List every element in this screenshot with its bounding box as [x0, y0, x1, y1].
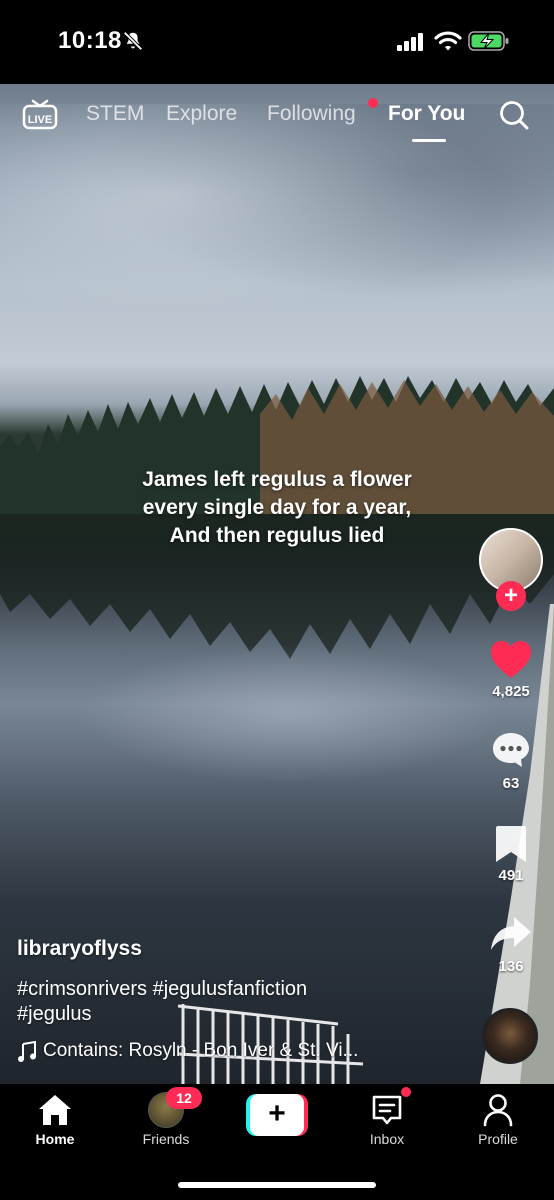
- live-icon[interactable]: LIVE: [22, 96, 58, 132]
- post-hashtags[interactable]: #crimsonrivers #jegulusfanfiction #jegul…: [17, 977, 307, 1027]
- share-icon[interactable]: [490, 915, 532, 953]
- nav-inbox[interactable]: Inbox: [347, 1092, 427, 1147]
- share-count: 136: [498, 958, 524, 975]
- hashtag-line[interactable]: #crimsonrivers #jegulusfanfiction: [17, 977, 307, 1002]
- like-count: 4,825: [492, 683, 530, 700]
- caption-line: And then regulus lied: [169, 524, 385, 547]
- nav-home-label: Home: [35, 1131, 75, 1147]
- status-bar: 10:18: [0, 0, 554, 84]
- svg-text:LIVE: LIVE: [28, 114, 52, 126]
- inbox-icon: [372, 1095, 402, 1125]
- following-notification-dot: [368, 98, 378, 108]
- comment-count: 63: [502, 775, 520, 792]
- nav-inbox-label: Inbox: [369, 1131, 405, 1147]
- home-indicator[interactable]: [178, 1182, 376, 1188]
- tab-for-you[interactable]: For You: [388, 102, 465, 126]
- active-tab-indicator: [412, 139, 446, 142]
- heart-icon[interactable]: [490, 640, 532, 680]
- nav-profile[interactable]: Profile: [458, 1092, 538, 1147]
- save-count: 491: [498, 867, 524, 884]
- tab-explore[interactable]: Explore: [166, 102, 237, 126]
- video-caption: James left regulus a flower every single…: [77, 466, 477, 550]
- follow-button[interactable]: +: [496, 581, 526, 611]
- tab-stem[interactable]: STEM: [86, 102, 144, 126]
- water-sheen: [80, 644, 500, 784]
- nav-profile-label: Profile: [478, 1131, 518, 1147]
- bookmark-icon[interactable]: [494, 824, 528, 864]
- sound-disc[interactable]: [482, 1008, 538, 1064]
- inbox-notification-dot: [401, 1087, 411, 1097]
- nav-friends-label: Friends: [142, 1131, 190, 1147]
- status-time: 10:18: [58, 27, 122, 54]
- video-player[interactable]: [0, 84, 554, 1084]
- caption-line: James left regulus a flower: [142, 468, 412, 491]
- caption-line: every single day for a year,: [142, 496, 412, 519]
- comment-icon[interactable]: [491, 731, 531, 769]
- battery-charging-icon: [468, 31, 509, 51]
- tab-following[interactable]: Following: [267, 102, 356, 126]
- bell-slash-icon: [123, 31, 143, 51]
- plus-icon: +: [250, 1094, 304, 1136]
- friends-badge: 12: [166, 1087, 202, 1109]
- sound-name[interactable]: Contains: Rosyln - Bon Iver & St. Vi...: [43, 1040, 358, 1062]
- signal-icon: [397, 33, 423, 51]
- home-icon: [39, 1095, 71, 1125]
- search-icon[interactable]: [498, 99, 530, 131]
- music-note-icon: [18, 1041, 36, 1062]
- wifi-icon: [434, 31, 462, 51]
- create-button[interactable]: +: [246, 1094, 308, 1136]
- profile-icon: [483, 1094, 513, 1127]
- creator-username[interactable]: libraryoflyss: [17, 937, 142, 961]
- nav-home[interactable]: Home: [15, 1092, 95, 1147]
- hashtag-line[interactable]: #jegulus: [17, 1002, 307, 1027]
